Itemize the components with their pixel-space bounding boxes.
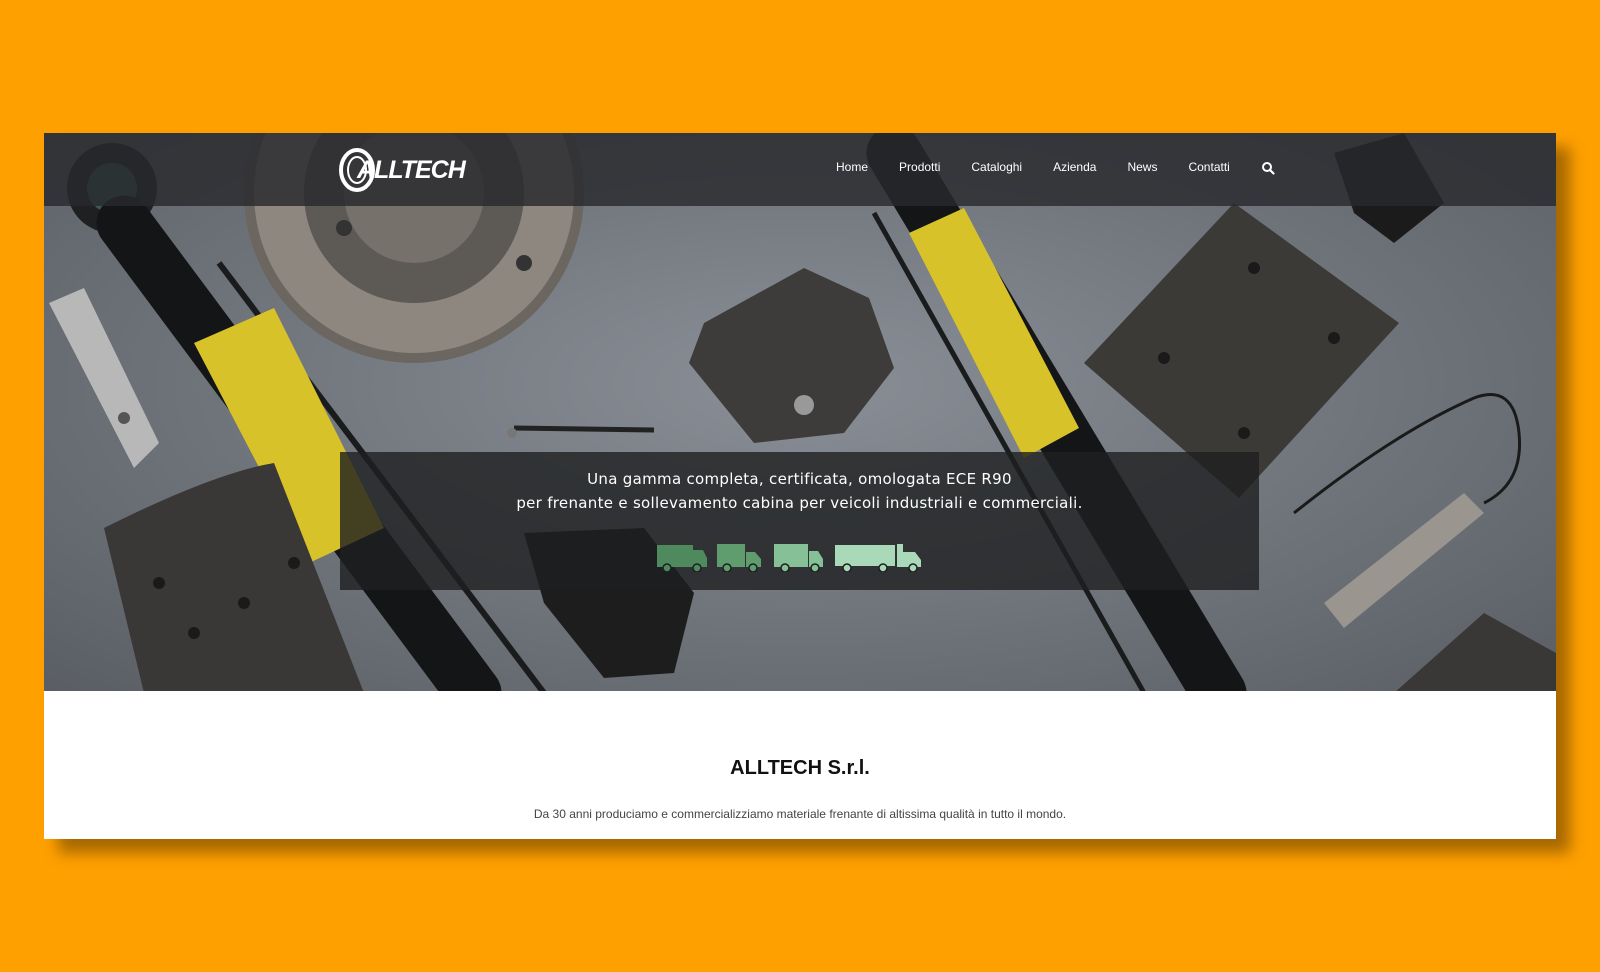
nav-item-azienda[interactable]: Azienda xyxy=(1053,160,1096,174)
semi-truck-icon xyxy=(835,544,921,572)
truck-icon xyxy=(774,544,823,572)
nav-item-cataloghi[interactable]: Cataloghi xyxy=(971,160,1022,174)
company-description: Da 30 anni produciamo e commercializziam… xyxy=(533,807,1067,821)
wear-sensor-right xyxy=(1293,393,1522,628)
nav-item-news[interactable]: News xyxy=(1127,160,1157,174)
company-title: ALLTECH S.r.l. xyxy=(730,757,870,779)
van-icon xyxy=(657,545,707,572)
logo-text: ALLTECH xyxy=(357,156,466,184)
nav-item-home[interactable]: Home xyxy=(836,160,868,174)
wear-sensor-small xyxy=(507,425,655,438)
small-truck-icon xyxy=(717,544,761,572)
website-frame: ALLTECH Home Prodotti Cataloghi Azienda … xyxy=(44,133,1556,839)
alltech-logo[interactable]: ALLTECH xyxy=(339,146,466,194)
search-icon[interactable] xyxy=(1261,160,1275,175)
nav-item-contatti[interactable]: Contatti xyxy=(1188,160,1229,174)
hero-background-image xyxy=(49,133,1556,691)
hero-tagline-line1: Una gamma completa, certificata, omologa… xyxy=(587,470,1012,488)
brake-lining-bottom-right xyxy=(1396,613,1556,691)
main-nav: Home Prodotti Cataloghi Azienda News Con… xyxy=(836,160,1275,175)
navigation-bar: ALLTECH Home Prodotti Cataloghi Azienda … xyxy=(44,133,1556,206)
hero-tagline-line2: per frenante e sollevamento cabina per v… xyxy=(516,494,1083,512)
hero-section: ALLTECH Home Prodotti Cataloghi Azienda … xyxy=(44,133,1556,691)
nav-item-prodotti[interactable]: Prodotti xyxy=(899,160,940,174)
vehicle-icons xyxy=(657,544,921,572)
hero-caption-box: Una gamma completa, certificata, omologa… xyxy=(340,452,1259,590)
brake-pad-top xyxy=(689,268,894,443)
sensor-bracket xyxy=(49,288,159,468)
intro-section: ALLTECH S.r.l. Da 30 anni produciamo e c… xyxy=(44,691,1556,839)
